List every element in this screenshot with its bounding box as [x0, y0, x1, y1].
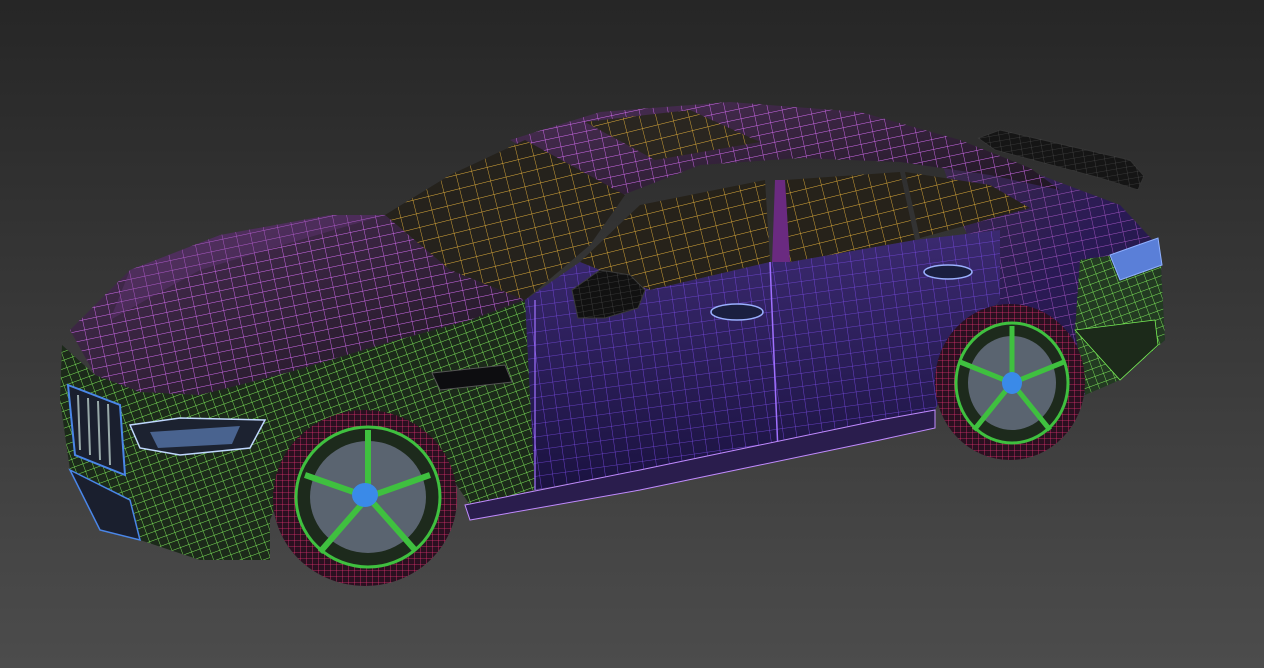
3d-viewport[interactable] — [0, 0, 1264, 668]
front-door-handle — [710, 303, 764, 321]
rear-wheel — [935, 304, 1085, 460]
rear-door-handle — [923, 264, 973, 280]
car-wireframe-render[interactable] — [0, 0, 1264, 668]
front-wheel — [273, 410, 457, 586]
